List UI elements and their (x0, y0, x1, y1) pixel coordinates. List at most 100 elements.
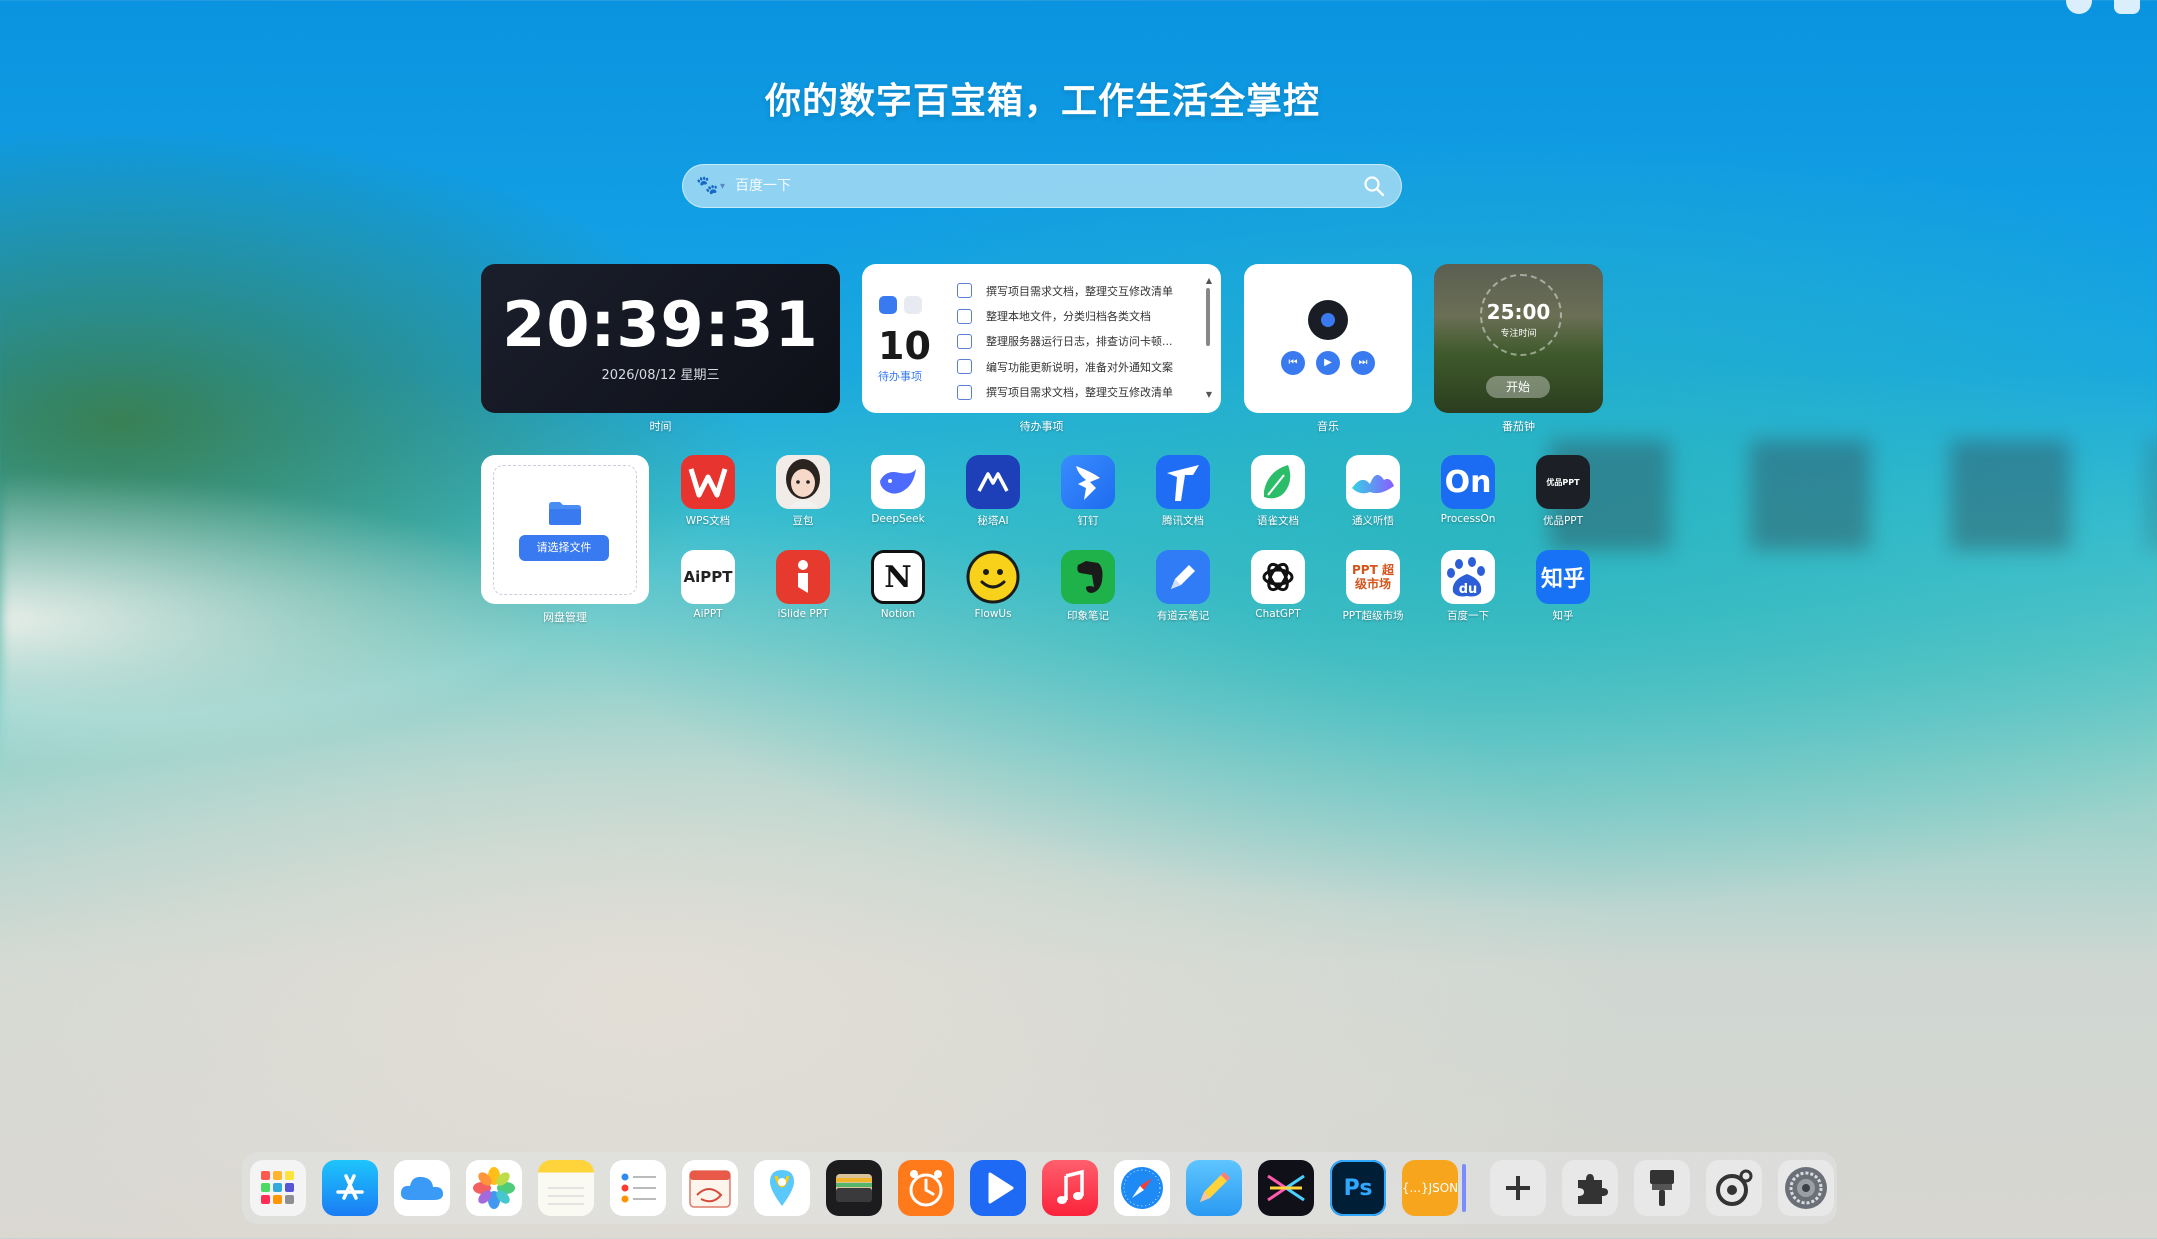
brush-icon[interactable] (1634, 1160, 1690, 1216)
drop-zone[interactable] (493, 465, 637, 595)
disk-widget-label: 网盘管理 (543, 611, 587, 624)
app-wps[interactable]: WPS文档 (673, 455, 743, 528)
extensions-icon[interactable] (1562, 1160, 1618, 1216)
pomodoro-time: 25:00 (1486, 300, 1551, 324)
dingtalk-icon (1061, 455, 1115, 509)
safari-icon[interactable] (1114, 1160, 1170, 1216)
notion-icon: N (871, 550, 925, 604)
grid-view-toggle[interactable] (904, 296, 922, 314)
calendar-icon[interactable] (682, 1160, 738, 1216)
metaso-icon (966, 455, 1020, 509)
app-aippt[interactable]: AiPPT AiPPT (673, 550, 743, 620)
pencil-icon[interactable] (1186, 1160, 1242, 1216)
clock-widget[interactable]: 20:39:31 2026/08/12 星期三 (481, 264, 840, 413)
todo-scrollbar[interactable] (1206, 288, 1210, 346)
maps-icon[interactable] (754, 1160, 810, 1216)
doubao-icon (776, 455, 830, 509)
app-metaso[interactable]: 秘塔AI (958, 455, 1028, 528)
page-title: 你的数字百宝箱，工作生活全掌控 (764, 81, 1320, 122)
vscode-like-icon[interactable] (1258, 1160, 1314, 1216)
todo-item[interactable]: 撰写项目需求文档，整理交互修改清单 (957, 380, 1197, 405)
search-icon[interactable] (1362, 174, 1386, 198)
todo-item[interactable]: 整理本地文件，分类归档各类文档 (957, 303, 1197, 328)
aippt-icon: AiPPT (681, 550, 735, 604)
scroll-up-icon[interactable]: ▲ (1206, 276, 1212, 285)
app-flowus[interactable]: FlowUs (958, 550, 1028, 620)
notes-icon[interactable] (538, 1160, 594, 1216)
app-ppt-market[interactable]: PPT 超级市场 PPT超级市场 (1338, 550, 1408, 623)
app-evernote[interactable]: 印象笔记 (1053, 550, 1123, 623)
app-processon[interactable]: On ProcessOn (1433, 455, 1503, 525)
checkbox[interactable] (957, 333, 972, 349)
music-icon[interactable] (1042, 1160, 1098, 1216)
baidu-paw-icon[interactable]: 🐾 (696, 175, 718, 197)
wallet-icon[interactable] (826, 1160, 882, 1216)
chatgpt-icon (1251, 550, 1305, 604)
dock-separator (1462, 1164, 1466, 1212)
todo-item[interactable]: 编写功能更新说明，准备对外通知文案 (957, 354, 1197, 379)
todo-widget-label: 待办事项 (1019, 420, 1064, 433)
disk-widget[interactable]: 请选择文件 (481, 455, 649, 604)
clock-icon[interactable] (898, 1160, 954, 1216)
video-player-icon[interactable] (970, 1160, 1026, 1216)
baidu-icon: du (1441, 550, 1495, 604)
todo-count-label: 待办事项 (878, 370, 922, 383)
youpin-ppt-icon: 优品PPT (1536, 455, 1590, 509)
reminders-icon[interactable] (610, 1160, 666, 1216)
settings-gear-icon[interactable] (1706, 1160, 1762, 1216)
checkbox[interactable] (957, 283, 972, 299)
app-zhihu[interactable]: 知乎 知乎 (1528, 550, 1598, 623)
previous-track-button[interactable]: ⏮ (1281, 351, 1305, 375)
app-baidu[interactable]: du 百度一下 (1433, 550, 1503, 623)
top-right-button-1[interactable] (2066, 0, 2092, 14)
pomodoro-start-button[interactable]: 开始 (1486, 376, 1550, 398)
app-store-icon[interactable] (322, 1160, 378, 1216)
app-youdao-note[interactable]: 有道云笔记 (1148, 550, 1218, 623)
photos-icon[interactable] (466, 1160, 522, 1216)
app-notion[interactable]: N Notion (863, 550, 933, 620)
checkbox[interactable] (957, 308, 972, 324)
system-settings-icon[interactable] (1778, 1160, 1834, 1216)
top-right-button-2[interactable] (2114, 0, 2140, 14)
add-icon[interactable] (1490, 1160, 1546, 1216)
app-yuque[interactable]: 语雀文档 (1243, 455, 1313, 528)
app-tongyi[interactable]: 通义听悟 (1338, 455, 1408, 528)
todo-count: 10 (878, 324, 931, 368)
checkbox[interactable] (957, 384, 972, 400)
play-button[interactable]: ▶ (1316, 351, 1340, 375)
app-dingtalk[interactable]: 钉钉 (1053, 455, 1123, 528)
app-doubao[interactable]: 豆包 (768, 455, 838, 528)
next-track-button[interactable]: ⏭ (1351, 351, 1375, 375)
todo-list: 撰写项目需求文档，整理交互修改清单 整理本地文件，分类归档各类文档 整理服务器运… (957, 278, 1197, 405)
clock-date: 2026/08/12 星期三 (601, 368, 720, 383)
scroll-down-icon[interactable]: ▼ (1206, 390, 1212, 399)
chevron-down-icon[interactable]: ▾ (720, 181, 725, 192)
json-icon[interactable]: {...}JSON (1402, 1160, 1458, 1216)
music-widget[interactable]: ⏮ ▶ ⏭ (1244, 264, 1412, 413)
islide-icon (776, 550, 830, 604)
svg-text:du: du (1459, 582, 1478, 597)
list-view-toggle[interactable] (879, 296, 897, 314)
tongyi-icon (1346, 455, 1400, 509)
todo-item[interactable]: 整理服务器运行日志，排查访问卡顿... (957, 329, 1197, 354)
checkbox[interactable] (957, 359, 972, 375)
yuque-icon (1251, 455, 1305, 509)
choose-file-button[interactable]: 请选择文件 (519, 535, 609, 561)
folder-icon (549, 502, 581, 525)
clock-widget-label: 时间 (649, 420, 672, 433)
app-islide[interactable]: iSlide PPT (768, 550, 838, 620)
app-tencent-docs[interactable]: 腾讯文档 (1148, 455, 1218, 528)
photoshop-icon[interactable]: Ps (1330, 1160, 1386, 1216)
icloud-icon[interactable] (394, 1160, 450, 1216)
app-youpin-ppt[interactable]: 优品PPT 优品PPT (1528, 455, 1598, 528)
app-deepseek[interactable]: DeepSeek (863, 455, 933, 525)
search-input[interactable] (733, 177, 1362, 195)
todo-item[interactable]: 撰写项目需求文档，整理交互修改清单 (957, 278, 1197, 303)
search-bar[interactable]: 🐾 ▾ (682, 164, 1402, 208)
app-chatgpt[interactable]: ChatGPT (1243, 550, 1313, 620)
pomodoro-sub: 专注时间 (1500, 329, 1537, 339)
todo-widget[interactable]: 10 待办事项 撰写项目需求文档，整理交互修改清单 整理本地文件，分类归档各类文… (862, 264, 1221, 413)
launchpad-icon[interactable] (250, 1160, 306, 1216)
ppt-market-icon: PPT 超级市场 (1346, 550, 1400, 604)
pomodoro-widget[interactable]: 25:00 专注时间 开始 (1434, 264, 1603, 413)
